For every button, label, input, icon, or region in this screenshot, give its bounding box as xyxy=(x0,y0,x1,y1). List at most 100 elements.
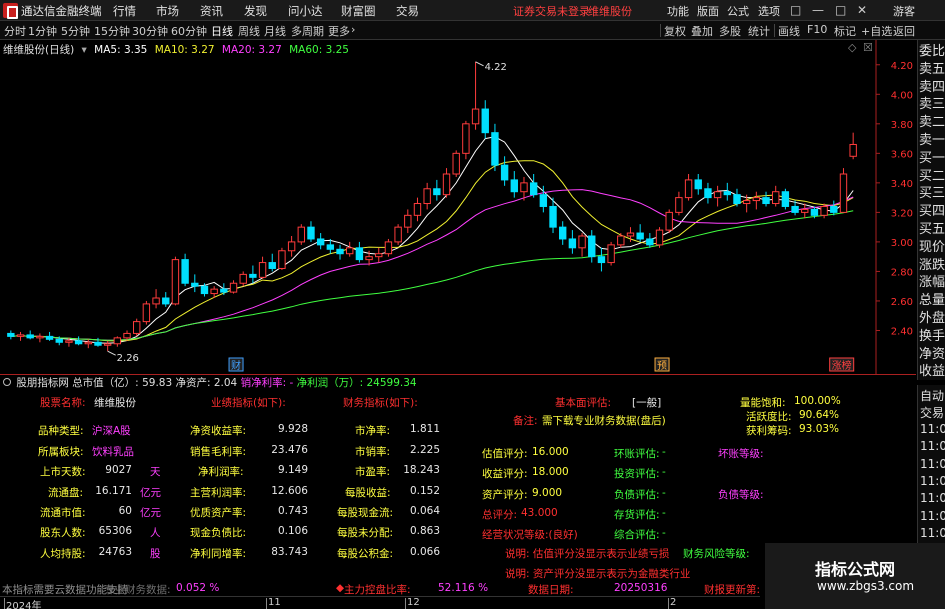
menu-quotes[interactable]: 行情 xyxy=(113,3,136,19)
candle-body xyxy=(529,182,538,196)
add-watchlist-button[interactable]: +自选 xyxy=(861,23,892,39)
menu-options[interactable]: 选项 xyxy=(758,3,780,19)
candle-body xyxy=(36,335,44,339)
basic-eval-value: [一般] xyxy=(632,397,662,409)
explain-asset: 说明: 资产评分没显示表示为金融类行业 xyxy=(505,568,691,580)
period-more[interactable]: 更多 xyxy=(328,23,350,39)
diamond-icon[interactable]: ◇ xyxy=(848,41,856,54)
user-guest[interactable]: 游客 xyxy=(893,3,915,19)
side-tab[interactable]: 买四 xyxy=(919,204,945,220)
score-label: 收益评分: xyxy=(482,468,528,480)
volume-saturation-label: 量能饱和: xyxy=(740,397,786,409)
gear-icon[interactable] xyxy=(3,378,11,386)
side-tab[interactable]: 买二 xyxy=(919,169,945,185)
candle-body xyxy=(191,282,199,287)
side-tab[interactable]: 涨跌 xyxy=(919,258,945,274)
basic-eval-label: 基本面评估: xyxy=(555,397,612,409)
business-label: 主营利润率: xyxy=(190,487,247,499)
statistics-button[interactable]: 统计 xyxy=(748,23,770,39)
period-30min[interactable]: 30分钟 xyxy=(132,23,168,39)
skin-icon[interactable]: □ xyxy=(790,3,801,17)
side-tab[interactable]: 总量 xyxy=(919,293,945,309)
side-tab[interactable]: 卖五 xyxy=(919,62,945,78)
candle-body xyxy=(181,259,189,284)
candle-body xyxy=(810,208,819,216)
trade-login-status[interactable]: 证券交易未登录 xyxy=(513,3,590,19)
f10-button[interactable]: F10 xyxy=(807,23,827,36)
period-weekly[interactable]: 周线 xyxy=(238,23,260,39)
period-1min[interactable]: 1分钟 xyxy=(28,23,57,39)
adjust-button[interactable]: 复权 xyxy=(664,23,686,39)
side-tab[interactable]: 委比 xyxy=(919,44,945,60)
candle-body xyxy=(626,232,635,237)
menu-function[interactable]: 功能 xyxy=(667,3,689,19)
draw-line-button[interactable]: 画线 xyxy=(778,23,800,39)
period-60min[interactable]: 60分钟 xyxy=(171,23,207,39)
chevron-down-icon[interactable]: ▾ xyxy=(82,44,87,56)
finance-value: 0.064 xyxy=(409,505,440,517)
period-toolbar: 分时 1分钟 5分钟 15分钟 30分钟 60分钟 日线 周线 月线 多周期 更… xyxy=(0,21,945,40)
basic-unit: 天 xyxy=(150,466,161,478)
candle-body xyxy=(568,238,577,249)
side-tab[interactable]: 净资 xyxy=(919,347,945,363)
menu-trade[interactable]: 交易 xyxy=(396,3,419,19)
side-tab[interactable]: 换手 xyxy=(919,329,945,345)
candle-body xyxy=(316,238,325,246)
maximize-icon[interactable]: □ xyxy=(835,3,846,17)
net-profit: 净利润（万）: 24599.34 xyxy=(296,377,417,389)
back-button[interactable]: 返回 xyxy=(893,23,915,39)
eval-label: 环账评估: xyxy=(614,448,660,460)
kline-chart[interactable]: 4.20 4.00 3.80 3.60 3.40 3.20 3.00 2.80 2.60 2.40… xyxy=(0,40,916,374)
side-tab[interactable]: 卖三 xyxy=(919,97,945,113)
time-row: 11:08 xyxy=(920,491,945,506)
menu-market[interactable]: 市场 xyxy=(156,3,179,19)
side-tab[interactable]: 卖四 xyxy=(919,80,945,96)
multi-stock-button[interactable]: 多股 xyxy=(719,23,741,39)
activity-label: 活跃度比: xyxy=(746,411,792,423)
menu-wealth[interactable]: 财富圈 xyxy=(341,3,376,19)
data-date-value: 20250316 xyxy=(614,582,668,594)
side-tab[interactable]: 收益 xyxy=(919,364,945,380)
price-tick-label: 2.80 xyxy=(891,267,913,278)
side-tab[interactable]: 外盘 xyxy=(919,311,945,327)
period-monthly[interactable]: 月线 xyxy=(264,23,286,39)
side-tab[interactable]: 买三 xyxy=(919,186,945,202)
candle-body xyxy=(655,229,664,246)
profit-chips-value: 93.03% xyxy=(799,423,840,435)
period-5min[interactable]: 5分钟 xyxy=(61,23,90,39)
close-icon[interactable]: ✕ xyxy=(857,3,867,17)
menu-ask[interactable]: 问小达 xyxy=(288,3,323,19)
side-tab[interactable]: 卖一 xyxy=(919,133,945,149)
candle xyxy=(452,150,460,177)
chevron-right-icon[interactable]: › xyxy=(351,23,355,36)
period-multi[interactable]: 多周期 xyxy=(291,23,324,39)
candle-body xyxy=(7,332,15,337)
finance-value: 0.152 xyxy=(409,485,440,497)
menu-news[interactable]: 资讯 xyxy=(200,3,223,19)
menu-discover[interactable]: 发现 xyxy=(244,3,267,19)
business-title: 业绩指标(如下): xyxy=(211,397,286,409)
indicator-title[interactable]: 股朋指标网 xyxy=(16,377,69,389)
side-tab[interactable]: 涨幅 xyxy=(919,275,945,291)
holding-label: 主力控盘比率: xyxy=(344,584,411,596)
overlay-button[interactable]: 叠加 xyxy=(691,23,713,39)
toolbar-divider xyxy=(774,24,775,37)
side-tab[interactable]: 买一 xyxy=(919,151,945,167)
business-label: 现金负债比: xyxy=(190,527,247,539)
eval-label: 存货评估: xyxy=(614,509,660,521)
period-daily[interactable]: 日线 xyxy=(211,23,233,39)
close-chart-icon[interactable]: ☒ xyxy=(863,41,873,54)
menu-layout[interactable]: 版面 xyxy=(697,3,719,19)
candle-body xyxy=(84,341,92,345)
minimize-icon[interactable]: — xyxy=(812,3,824,17)
mark-button[interactable]: 标记 xyxy=(834,23,856,39)
period-timeshare[interactable]: 分时 xyxy=(4,23,26,39)
side-tab[interactable]: 现价 xyxy=(919,240,945,256)
side-tab[interactable]: 卖二 xyxy=(919,115,945,131)
score-label: 资产评分: xyxy=(482,489,528,501)
menu-formula[interactable]: 公式 xyxy=(727,3,749,19)
candle xyxy=(607,241,615,266)
business-label: 销售毛利率: xyxy=(190,446,247,458)
period-15min[interactable]: 15分钟 xyxy=(94,23,130,39)
side-tab[interactable]: 买五 xyxy=(919,222,945,238)
